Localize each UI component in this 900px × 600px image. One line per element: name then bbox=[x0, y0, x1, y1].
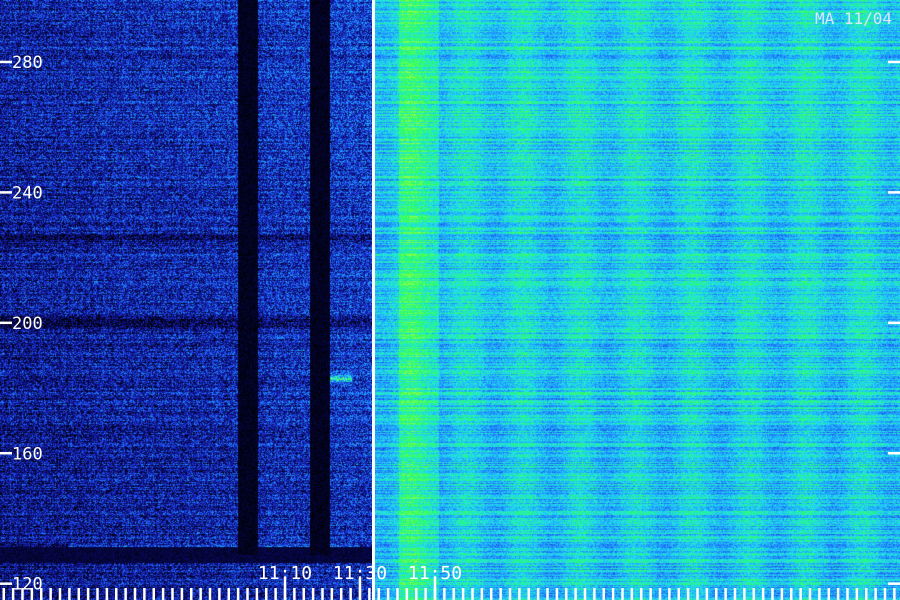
y-tick-label: 120 bbox=[12, 575, 43, 595]
x-axis: 11:10 11:30 11:50 bbox=[2, 563, 896, 600]
x-tick-label: 11:10 bbox=[258, 563, 312, 584]
y-tick-label: 160 bbox=[12, 444, 43, 464]
y-axis-left: 120 160 200 240 280 bbox=[0, 53, 43, 595]
x-tick-label: 11:50 bbox=[408, 563, 462, 584]
y-tick-label: 200 bbox=[12, 314, 43, 334]
chart-overlay: MA 11/04 120 160 200 240 280 11:10 11:30 11:50 bbox=[0, 0, 900, 600]
y-axis-right bbox=[888, 60, 900, 585]
y-tick-label: 280 bbox=[12, 53, 43, 73]
y-tick-label: 240 bbox=[12, 183, 43, 203]
chart-title: MA 11/04 bbox=[815, 9, 892, 28]
x-tick-label: 11:30 bbox=[333, 563, 387, 584]
